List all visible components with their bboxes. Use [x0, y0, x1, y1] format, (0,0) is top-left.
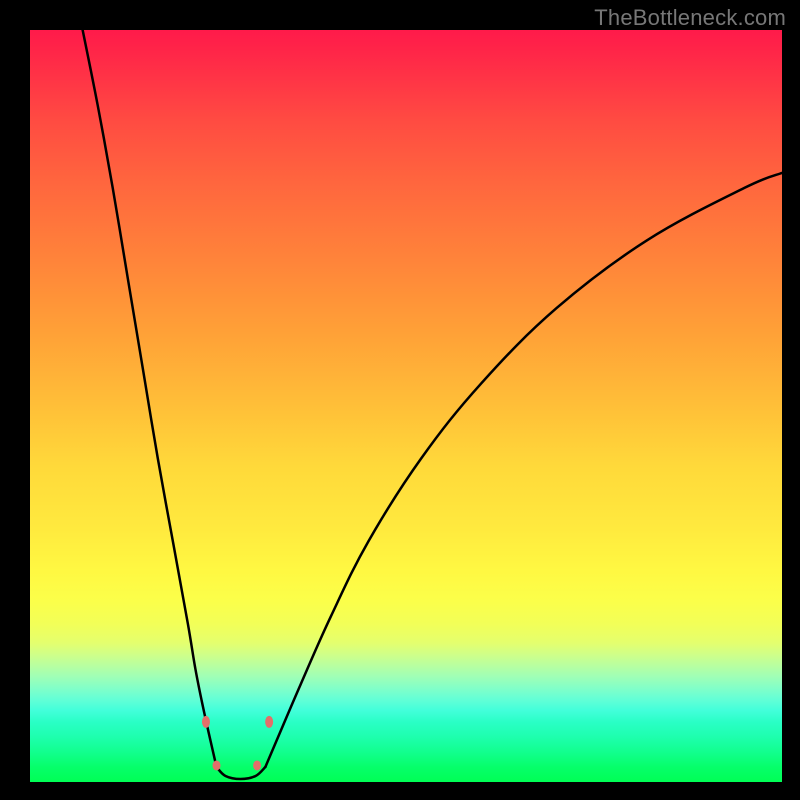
curve-marker [202, 716, 210, 728]
plot-area [30, 30, 782, 782]
curve-marker [212, 760, 220, 770]
left-curve [83, 30, 217, 767]
curve-marker [265, 716, 273, 728]
right-curve [265, 173, 782, 767]
curve-marker [253, 760, 261, 770]
curve-layer [30, 30, 782, 782]
chart-stage: TheBottleneck.com [0, 0, 800, 800]
marker-group [202, 716, 273, 771]
watermark-text: TheBottleneck.com [594, 5, 786, 31]
